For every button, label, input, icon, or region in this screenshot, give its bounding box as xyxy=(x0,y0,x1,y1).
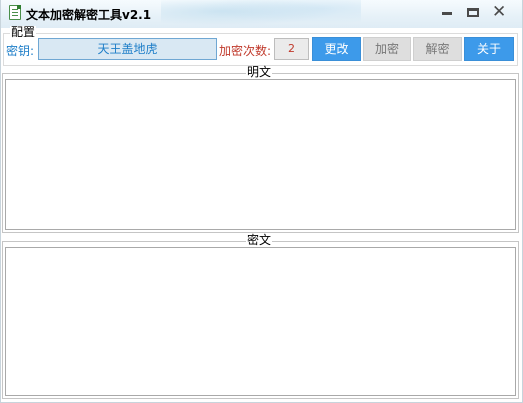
config-group-label: 配置 xyxy=(10,25,37,39)
plaintext-textarea[interactable] xyxy=(5,79,516,230)
maximize-button[interactable] xyxy=(463,4,483,22)
title-bar[interactable]: 文本加密解密工具v2.1 ✕ xyxy=(1,0,522,28)
title-bar-decoration xyxy=(161,0,361,28)
document-icon xyxy=(9,5,21,20)
decrypt-button[interactable]: 解密 xyxy=(413,37,462,61)
plaintext-group-label: 明文 xyxy=(246,65,273,79)
about-button[interactable]: 关于 xyxy=(464,37,514,61)
key-label: 密钥: xyxy=(6,44,35,58)
minimize-icon xyxy=(442,12,452,15)
close-icon: ✕ xyxy=(492,2,507,22)
minimize-button[interactable] xyxy=(437,4,457,22)
ciphertext-group-label: 密文 xyxy=(246,233,273,247)
encrypt-count-field[interactable]: 2 xyxy=(274,38,309,60)
encrypt-count-label: 加密次数: xyxy=(219,44,272,58)
ciphertext-textarea[interactable] xyxy=(5,247,516,396)
encrypt-button[interactable]: 加密 xyxy=(363,37,411,61)
app-window: 文本加密解密工具v2.1 ✕ 配置 密钥: 天王盖地虎 加密次数: 2 更改 加… xyxy=(0,0,523,403)
window-title: 文本加密解密工具v2.1 xyxy=(26,8,152,22)
close-button[interactable]: ✕ xyxy=(489,2,509,22)
change-button[interactable]: 更改 xyxy=(312,37,361,61)
key-field[interactable]: 天王盖地虎 xyxy=(38,38,217,60)
maximize-icon xyxy=(467,8,479,17)
